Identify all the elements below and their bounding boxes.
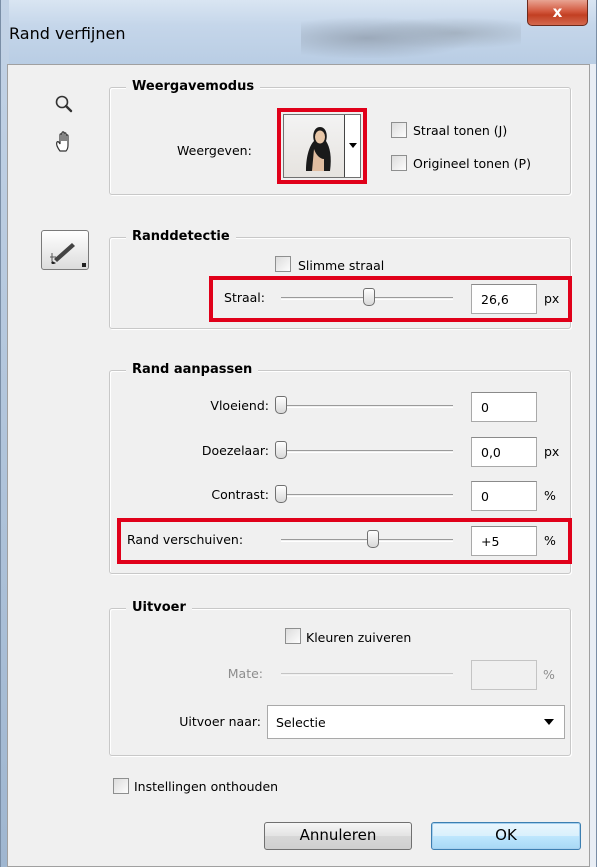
refine-edge-dialog: Rand verfijnen x Weergavemodus Weergeven… xyxy=(0,0,597,867)
remember-settings-checkbox[interactable] xyxy=(113,778,129,794)
amount-unit: % xyxy=(543,667,555,682)
feather-input[interactable]: 0,0 xyxy=(471,437,537,467)
contrast-label: Contrast: xyxy=(211,487,269,502)
smooth-label: Vloeiend: xyxy=(210,398,269,413)
contrast-slider-track[interactable] xyxy=(281,494,453,497)
show-radius-label: Straal tonen (J) xyxy=(413,123,508,138)
feather-slider-thumb[interactable] xyxy=(275,441,287,459)
amount-slider-track[interactable] xyxy=(281,673,453,676)
decontaminate-label: Kleuren zuiveren xyxy=(306,630,412,645)
shift-edge-highlight-box xyxy=(117,518,572,564)
view-highlight-box xyxy=(277,108,367,184)
show-original-checkbox[interactable] xyxy=(391,155,407,171)
output-to-label: Uitvoer naar: xyxy=(179,714,261,729)
output-legend: Uitvoer xyxy=(126,600,192,615)
zoom-tool-icon[interactable] xyxy=(54,94,74,117)
decontaminate-checkbox[interactable] xyxy=(285,628,301,644)
smart-radius-label: Slimme straal xyxy=(298,258,385,273)
title-bar-background xyxy=(301,8,521,58)
hand-tool-icon[interactable] xyxy=(54,130,76,157)
title-bar[interactable]: Rand verfijnen x xyxy=(1,0,596,64)
smart-radius-checkbox[interactable] xyxy=(275,256,291,272)
show-radius-checkbox[interactable] xyxy=(391,122,407,138)
amount-label: Mate: xyxy=(227,666,263,681)
smooth-input[interactable]: 0 xyxy=(471,392,537,422)
feather-slider-track[interactable] xyxy=(281,450,453,453)
contrast-unit: % xyxy=(544,488,556,503)
chevron-down-icon xyxy=(544,719,554,725)
close-button[interactable]: x xyxy=(527,0,588,26)
view-label: Weergeven: xyxy=(177,143,252,158)
remember-settings-label: Instellingen onthouden xyxy=(134,779,279,794)
close-icon: x xyxy=(552,3,563,21)
window-title: Rand verfijnen xyxy=(9,24,126,43)
radius-highlight-box xyxy=(209,276,572,322)
cancel-button[interactable]: Annuleren xyxy=(264,822,412,850)
adjust-edge-legend: Rand aanpassen xyxy=(126,362,259,377)
output-to-select[interactable]: Selectie xyxy=(267,705,565,739)
edge-detection-legend: Randdetectie xyxy=(126,229,236,244)
output-to-value: Selectie xyxy=(276,715,326,730)
ok-button[interactable]: OK xyxy=(431,822,581,850)
refine-radius-tool-button[interactable] xyxy=(41,230,89,270)
smooth-slider-track[interactable] xyxy=(281,405,453,408)
show-original-label: Origineel tonen (P) xyxy=(413,156,531,171)
brush-icon xyxy=(50,243,86,267)
smooth-slider-thumb[interactable] xyxy=(275,396,287,414)
amount-input[interactable] xyxy=(471,660,537,690)
view-mode-legend: Weergavemodus xyxy=(126,79,261,94)
feather-unit: px xyxy=(544,444,560,459)
contrast-slider-thumb[interactable] xyxy=(275,485,287,503)
contrast-input[interactable]: 0 xyxy=(471,481,537,511)
feather-label: Doezelaar: xyxy=(201,443,269,458)
